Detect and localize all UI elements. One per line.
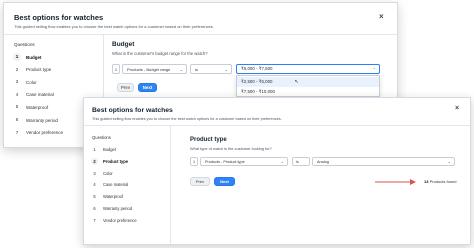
- next-button-label: Next: [142, 85, 153, 90]
- field-select[interactable]: Products - Product type ⌄: [200, 157, 288, 166]
- row-number: 1: [190, 157, 198, 166]
- dialog-title: Best options for watches: [92, 107, 173, 114]
- step-number: 1: [13, 53, 21, 61]
- step-item[interactable]: 1 Budget: [13, 53, 42, 61]
- chevron-down-icon: ⌄: [280, 159, 284, 164]
- front-dialog: Best options for watches × This guided s…: [83, 97, 471, 245]
- section-question: What is the customer's budget range for …: [112, 51, 208, 56]
- step-label: Warranty period: [26, 117, 58, 123]
- products-found-label: Products found: [429, 179, 457, 184]
- value-select-label: Analog: [317, 159, 329, 164]
- step-number: 5: [15, 104, 19, 110]
- step-item[interactable]: 7 Vendor preference: [91, 217, 137, 224]
- step-item[interactable]: 6 Warranty period: [91, 205, 132, 212]
- prev-button[interactable]: Prev: [190, 177, 210, 186]
- questions-label: Questions: [92, 135, 111, 140]
- operator-select-label: is: [195, 66, 198, 72]
- section-question: What type of watch is the customer looki…: [190, 146, 272, 151]
- next-button[interactable]: Next: [138, 83, 157, 92]
- dropdown-option-label: ₹2,500 - ₹5,000: [241, 79, 273, 84]
- step-item[interactable]: 6 Warranty period: [13, 116, 58, 124]
- step-number: 5: [93, 194, 96, 200]
- next-button-label: Next: [220, 179, 229, 184]
- step-label: Vendor preference: [103, 217, 137, 223]
- step-number: 6: [93, 206, 96, 211]
- step-number: 2: [91, 157, 98, 165]
- step-number: 4: [15, 91, 19, 97]
- divider: [84, 125, 470, 126]
- step-item[interactable]: 2 Product type: [91, 157, 129, 165]
- products-found-count: 13: [424, 179, 429, 184]
- operator-select[interactable]: is: [292, 157, 310, 166]
- step-label: Waterproof: [26, 104, 49, 110]
- step-label: Color: [26, 79, 37, 85]
- products-found: 13 Products found: [424, 179, 456, 184]
- chevron-down-icon: ⌄: [179, 66, 183, 72]
- dialog-subtitle: This guided selling flow enables you to …: [92, 117, 282, 121]
- step-number: 1: [93, 147, 96, 152]
- divider: [170, 126, 171, 244]
- step-number: 2: [15, 66, 19, 72]
- step-item[interactable]: 4 Case material: [13, 91, 54, 99]
- step-item[interactable]: 1 Budget: [91, 146, 116, 153]
- section-title: Product type: [190, 137, 227, 143]
- divider: [4, 34, 397, 35]
- next-button[interactable]: Next: [214, 177, 235, 186]
- field-select-label: Products - Product type: [205, 159, 245, 164]
- dropdown-option[interactable]: ₹7,500 - ₹10,000: [237, 87, 379, 97]
- field-select[interactable]: Products - Budget range ⌄: [122, 64, 187, 74]
- value-select[interactable]: ₹5,000 - ₹7,500 ⌃: [236, 64, 380, 74]
- step-number: 6: [15, 117, 19, 122]
- step-label: Budget: [103, 147, 116, 152]
- step-number: 7: [15, 129, 19, 135]
- arrow-icon: [375, 179, 416, 185]
- step-number: 4: [93, 182, 96, 188]
- step-item[interactable]: 5 Waterproof: [91, 193, 123, 200]
- step-item[interactable]: 4 Case material: [91, 181, 128, 188]
- dialog-title: Best options for watches: [14, 13, 104, 22]
- step-item[interactable]: 2 Product type: [13, 66, 52, 74]
- step-number: 7: [93, 217, 96, 223]
- prev-button-label: Prev: [195, 179, 205, 184]
- operator-select[interactable]: is ⌄: [190, 64, 232, 74]
- dropdown-option-label: ₹7,500 - ₹10,000: [241, 89, 275, 94]
- step-item[interactable]: 3 Color: [91, 170, 113, 177]
- prev-button-label: Prev: [120, 85, 131, 90]
- step-number: 3: [93, 170, 96, 176]
- step-label: Color: [103, 170, 113, 176]
- chevron-down-icon: ⌄: [447, 159, 451, 164]
- step-label: Vendor preference: [26, 130, 64, 136]
- step-label: Case material: [103, 182, 129, 188]
- value-select-label: ₹5,000 - ₹7,500: [241, 66, 273, 71]
- dropdown-option[interactable]: ₹2,500 - ₹5,000 ↖: [237, 77, 379, 87]
- step-label: Waterproof: [103, 194, 124, 200]
- cursor-icon: ↖: [294, 79, 299, 85]
- value-dropdown: ₹2,500 - ₹5,000 ↖ ₹7,500 - ₹10,000: [236, 75, 380, 97]
- section-title: Budget: [112, 41, 135, 48]
- chevron-up-icon: ⌃: [372, 66, 376, 72]
- prev-button[interactable]: Prev: [117, 83, 134, 92]
- step-item[interactable]: 3 Color: [13, 78, 37, 86]
- field-select-label: Products - Budget range: [127, 66, 171, 72]
- step-item[interactable]: 7 Vendor preference: [13, 129, 63, 137]
- value-select[interactable]: Analog ⌄: [312, 157, 455, 166]
- row-number-label: 1: [114, 66, 118, 72]
- step-label: Product type: [26, 67, 52, 73]
- step-number: 3: [15, 79, 19, 85]
- step-label: Case material: [26, 92, 54, 98]
- step-label: Budget: [26, 54, 42, 60]
- step-label: Product type: [103, 158, 129, 164]
- row-number: 1: [112, 64, 120, 74]
- dialog-subtitle: This guided selling flow enables you to …: [14, 24, 214, 29]
- step-label: Warranty period: [103, 206, 132, 211]
- close-icon[interactable]: ×: [455, 105, 459, 112]
- close-icon[interactable]: ×: [379, 12, 384, 21]
- questions-label: Questions: [14, 42, 35, 47]
- step-item[interactable]: 5 Waterproof: [13, 103, 48, 111]
- row-number-label: 1: [192, 159, 196, 164]
- chevron-down-icon: ⌄: [224, 66, 228, 72]
- operator-select-label: is: [296, 159, 299, 164]
